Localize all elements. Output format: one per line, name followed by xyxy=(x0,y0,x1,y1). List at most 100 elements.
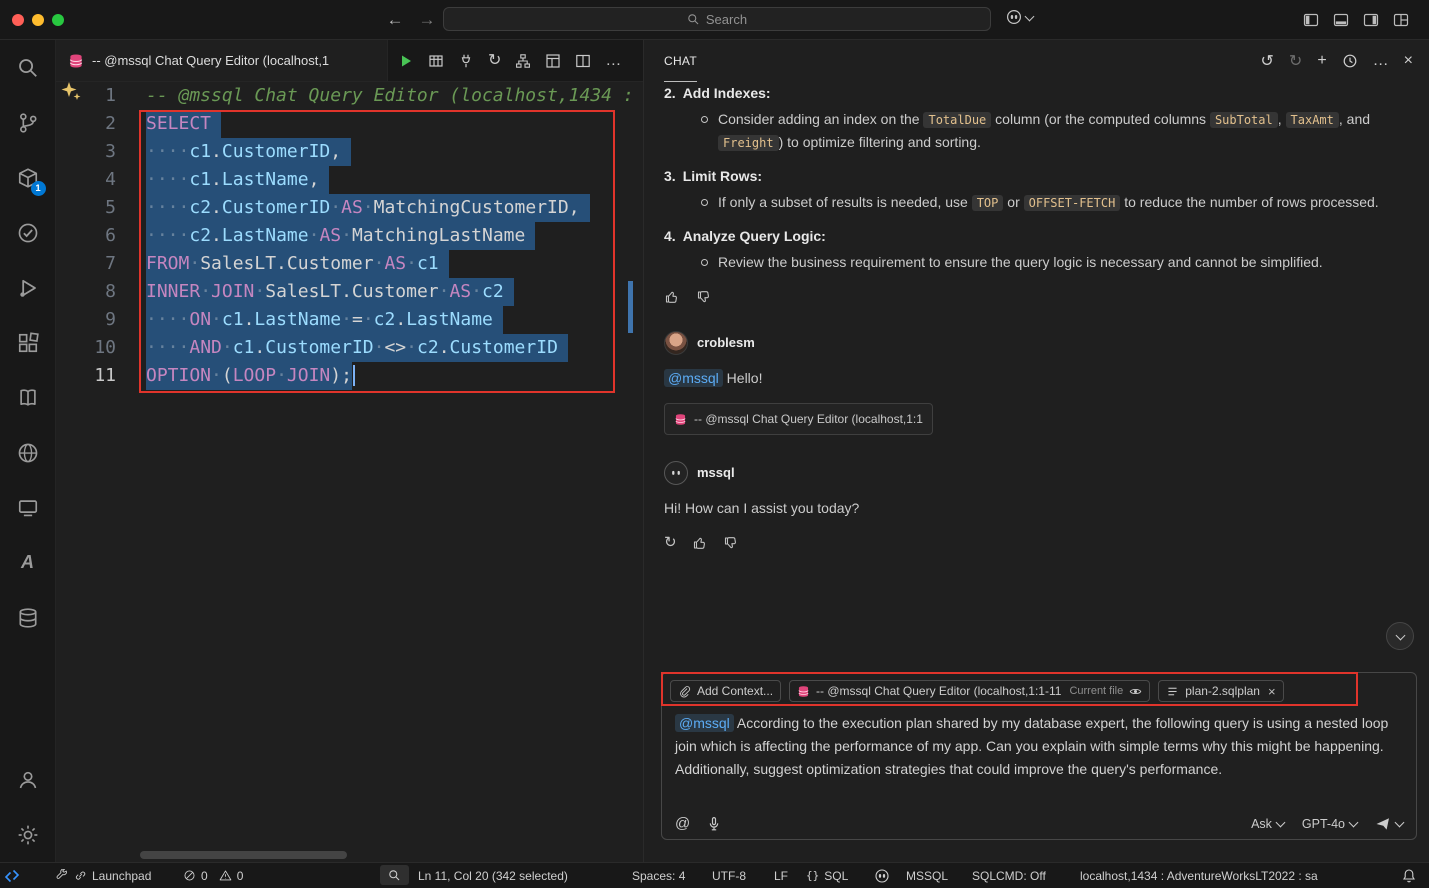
context-plan-chip[interactable]: plan-2.sqlplan × xyxy=(1158,680,1283,702)
cursor-position-status[interactable]: Ln 11, Col 20 (342 selected) xyxy=(418,863,568,888)
paperclip-icon xyxy=(678,685,691,698)
chat-mode-picker[interactable]: Ask xyxy=(1251,817,1284,831)
undo-icon[interactable]: ↺ xyxy=(1261,51,1274,71)
scroll-to-bottom-button[interactable] xyxy=(1386,622,1414,650)
sidebar-item-containers[interactable]: 1 xyxy=(0,150,56,205)
code-editor[interactable]: -- @mssql Chat Query Editor (localhost,1… xyxy=(146,82,634,390)
chevron-down-icon xyxy=(1349,818,1359,828)
more-actions-icon[interactable]: … xyxy=(605,53,621,69)
run-query-button[interactable] xyxy=(398,53,414,69)
account-icon xyxy=(17,769,39,791)
remove-chip-icon[interactable]: × xyxy=(1268,684,1276,699)
table-designer-icon[interactable] xyxy=(545,53,561,69)
indentation-status[interactable]: Spaces: 4 xyxy=(632,863,685,888)
connection-status-item[interactable]: localhost,1434 : AdventureWorksLT2022 : … xyxy=(1080,863,1318,888)
mssql-file-icon xyxy=(68,53,84,69)
problems-status-item[interactable]: 0 0 xyxy=(183,863,243,888)
chat-input-box[interactable]: Add Context... -- @mssql Chat Query Edit… xyxy=(661,672,1417,840)
eol-status[interactable]: LF xyxy=(774,863,788,888)
retry-icon[interactable]: ↻ xyxy=(664,532,677,554)
remote-icon xyxy=(4,868,20,884)
book-icon xyxy=(17,387,39,409)
thumbs-down-icon[interactable] xyxy=(696,289,712,305)
maximize-window-button[interactable] xyxy=(52,14,64,26)
minimize-window-button[interactable] xyxy=(32,14,44,26)
azure-a-icon: A xyxy=(21,552,34,573)
navigate-back-icon[interactable]: ← xyxy=(384,8,406,32)
chat-header: CHAT ↺ ↻ + … × xyxy=(644,40,1429,82)
close-icon[interactable]: × xyxy=(1404,52,1413,70)
language-mode-status[interactable]: {} SQL xyxy=(806,863,848,888)
command-center-search[interactable]: Search xyxy=(443,7,991,31)
sidebar-item-remote-explorer[interactable] xyxy=(0,480,56,535)
mssql-bot-avatar xyxy=(664,461,688,485)
microphone-icon[interactable] xyxy=(706,816,722,832)
toggle-secondary-sidebar-icon[interactable] xyxy=(1363,12,1379,28)
chat-history-icon[interactable] xyxy=(1342,53,1358,69)
mssql-file-icon xyxy=(797,685,810,698)
chat-context-row: Add Context... -- @mssql Chat Query Edit… xyxy=(662,673,1416,706)
sidebar-item-search[interactable] xyxy=(0,40,56,95)
sqlcmd-status-item[interactable]: SQLCMD: Off xyxy=(972,863,1046,888)
list-bullet: Review the business requirement to ensur… xyxy=(664,251,1410,273)
encoding-status[interactable]: UTF-8 xyxy=(712,863,746,888)
sidebar-item-docs[interactable] xyxy=(0,370,56,425)
split-editor-icon[interactable] xyxy=(575,53,591,69)
thumbs-up-icon[interactable] xyxy=(664,289,680,305)
customize-layout-icon[interactable] xyxy=(1393,12,1409,28)
estimated-plan-icon[interactable]: ↻ xyxy=(488,53,501,69)
sidebar-item-source-control[interactable] xyxy=(0,95,56,150)
schema-hierarchy-icon[interactable] xyxy=(515,53,531,69)
send-button[interactable] xyxy=(1375,816,1403,832)
chevron-down-icon xyxy=(1395,818,1405,828)
close-window-button[interactable] xyxy=(12,14,24,26)
connection-plug-icon[interactable] xyxy=(458,53,474,69)
copilot-icon xyxy=(669,466,683,480)
attachment-chip[interactable]: -- @mssql Chat Query Editor (localhost,1… xyxy=(664,403,933,435)
results-grid-icon[interactable] xyxy=(428,53,444,69)
copilot-status-item[interactable] xyxy=(874,863,890,888)
mssql-status-item[interactable]: MSSQL xyxy=(906,863,948,888)
thumbs-down-icon[interactable] xyxy=(723,535,739,551)
remote-indicator[interactable] xyxy=(4,863,20,888)
zoom-status-item[interactable] xyxy=(380,865,409,885)
braces-icon: {} xyxy=(806,869,819,882)
launchpad-status-item[interactable]: Launchpad xyxy=(56,863,151,888)
chat-panel: CHAT ↺ ↻ + … × 2.Add Indexes: Consider a… xyxy=(643,40,1429,862)
new-chat-icon[interactable]: + xyxy=(1317,52,1326,70)
toggle-primary-sidebar-icon[interactable] xyxy=(1303,12,1319,28)
navigate-forward-icon[interactable]: → xyxy=(416,8,438,32)
redo-icon[interactable]: ↻ xyxy=(1289,51,1302,71)
bullet-icon xyxy=(701,199,708,206)
add-context-button[interactable]: Add Context... xyxy=(670,680,781,702)
copilot-menu-button[interactable] xyxy=(1006,9,1033,25)
accounts-button[interactable] xyxy=(0,752,56,807)
toggle-panel-icon[interactable] xyxy=(1333,12,1349,28)
sidebar-item-github[interactable] xyxy=(0,425,56,480)
notifications-bell[interactable] xyxy=(1401,863,1417,888)
editor-tab[interactable]: -- @mssql Chat Query Editor (localhost,1 xyxy=(56,40,388,81)
settings-button[interactable] xyxy=(0,807,56,862)
sidebar-item-sql-database[interactable] xyxy=(0,590,56,645)
context-file-chip[interactable]: -- @mssql Chat Query Editor (localhost,1… xyxy=(789,680,1150,702)
source-control-branch-icon xyxy=(17,112,39,134)
sidebar-item-extensions[interactable] xyxy=(0,315,56,370)
sidebar-item-azure[interactable]: A xyxy=(0,535,56,590)
thumbs-up-icon[interactable] xyxy=(692,535,708,551)
sidebar-item-run-debug[interactable] xyxy=(0,260,56,315)
send-icon xyxy=(1375,816,1391,832)
more-actions-icon[interactable]: … xyxy=(1373,52,1389,70)
copilot-icon xyxy=(874,868,890,884)
user-message-body: @mssql Hello! xyxy=(664,367,1410,389)
copilot-sparkle-icon[interactable] xyxy=(60,82,82,102)
horizontal-scrollbar[interactable] xyxy=(140,851,347,859)
sidebar-item-testing[interactable] xyxy=(0,205,56,260)
list-item: 4.Analyze Query Logic: xyxy=(664,225,1410,247)
activity-bar: 1 A xyxy=(0,40,56,862)
mention-icon[interactable]: @ xyxy=(675,815,690,832)
chat-message-input[interactable]: @mssql According to the execution plan s… xyxy=(662,706,1416,787)
eye-icon[interactable] xyxy=(1129,685,1142,698)
current-file-label: Current file xyxy=(1069,685,1123,697)
link-icon xyxy=(74,869,87,882)
model-picker[interactable]: GPT-4o xyxy=(1302,817,1357,831)
